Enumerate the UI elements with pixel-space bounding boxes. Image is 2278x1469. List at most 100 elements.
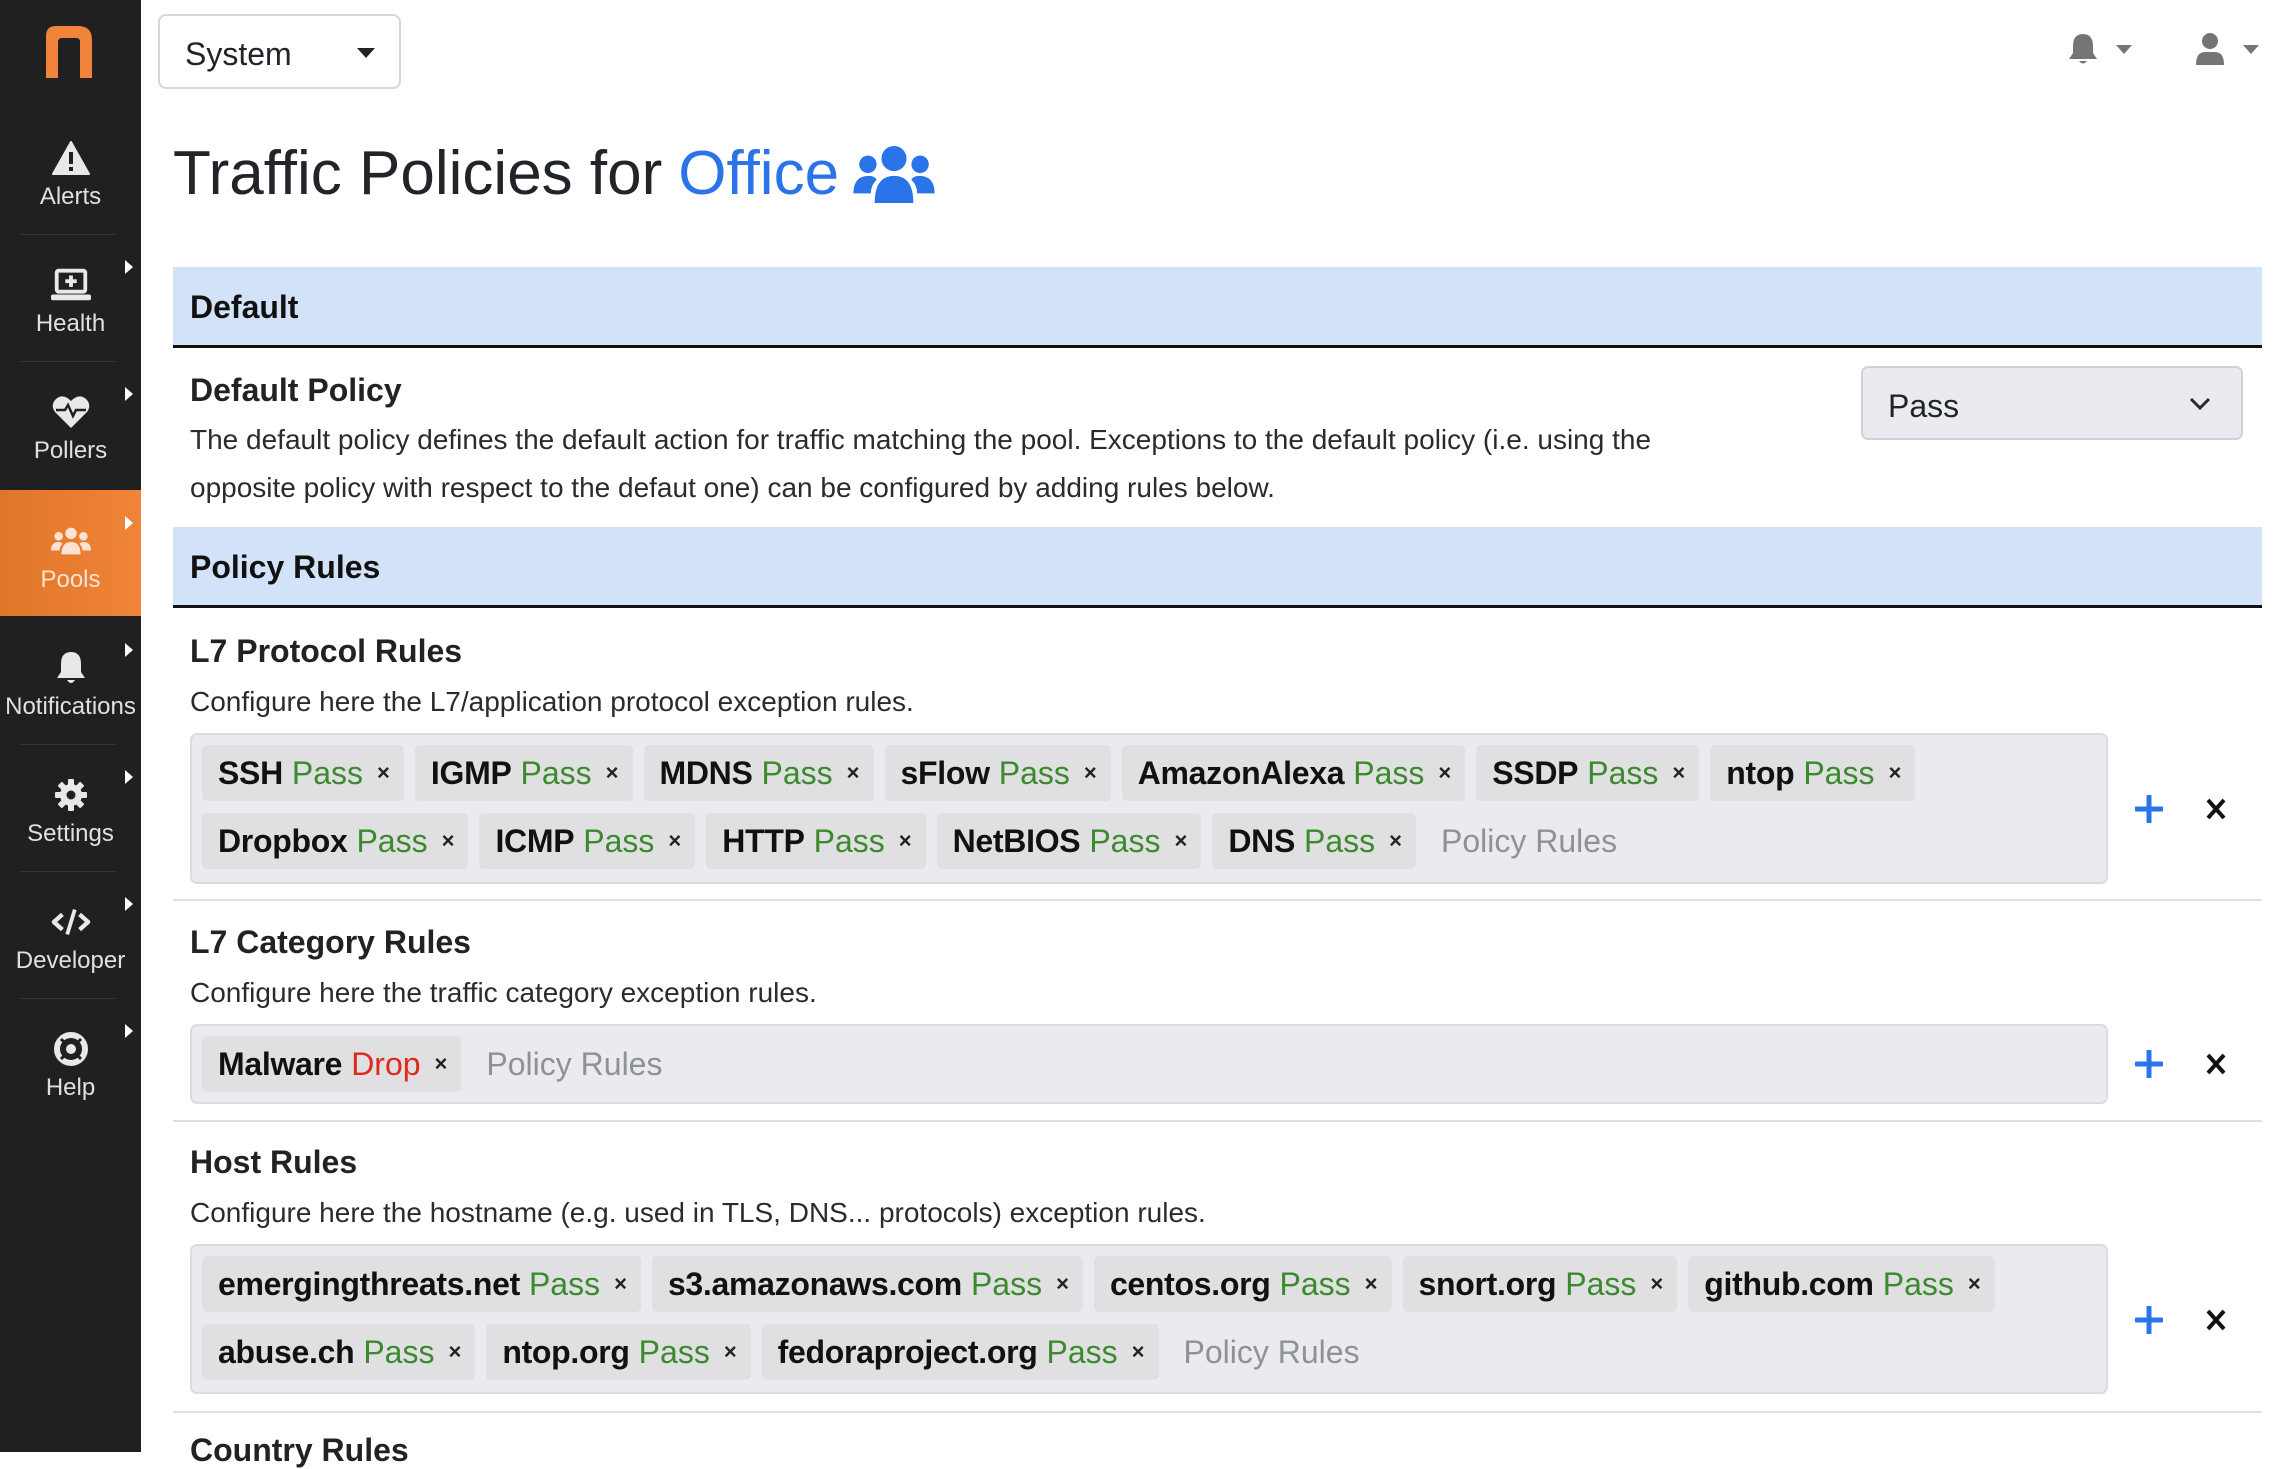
rule-tag-name: Malware bbox=[218, 1045, 343, 1082]
user-dropdown[interactable] bbox=[2195, 32, 2259, 66]
default-policy-select[interactable]: Pass bbox=[1861, 366, 2243, 440]
remove-tag-icon[interactable]: × bbox=[448, 1339, 461, 1365]
remove-tag-icon[interactable]: × bbox=[1389, 828, 1402, 854]
rule-tag[interactable]: NetBIOS Pass × bbox=[936, 813, 1202, 869]
section-header-title: Policy Rules bbox=[190, 549, 381, 585]
ntopng-logo[interactable] bbox=[38, 22, 98, 82]
remove-tag-icon[interactable]: × bbox=[1888, 760, 1901, 786]
add-l7-category-rule-button[interactable] bbox=[2129, 1044, 2169, 1084]
clear-host-rules-button[interactable] bbox=[2196, 1300, 2236, 1340]
clear-l7-protocol-rules-button[interactable] bbox=[2196, 789, 2236, 829]
rule-tag[interactable]: s3.amazonaws.com Pass × bbox=[651, 1256, 1083, 1312]
remove-tag-icon[interactable]: × bbox=[668, 828, 681, 854]
policy-rules-input[interactable] bbox=[1183, 1324, 1444, 1380]
remove-tag-icon[interactable]: × bbox=[899, 828, 912, 854]
rule-tag[interactable]: DNS Pass × bbox=[1212, 813, 1416, 869]
rule-tag-name: snort.org bbox=[1418, 1265, 1557, 1302]
chevron-down-icon bbox=[2189, 397, 2211, 411]
rule-tag[interactable]: sFlow Pass × bbox=[884, 745, 1111, 801]
remove-tag-icon[interactable]: × bbox=[1438, 760, 1451, 786]
remove-tag-icon[interactable]: × bbox=[435, 1051, 448, 1077]
section-header-policy-rules: Policy Rules bbox=[173, 527, 2262, 608]
rule-tag-name: github.com bbox=[1704, 1265, 1874, 1302]
remove-tag-icon[interactable]: × bbox=[1132, 1339, 1145, 1365]
rule-tag-name: emergingthreats.net bbox=[218, 1265, 520, 1302]
notifications-dropdown[interactable] bbox=[2068, 32, 2132, 66]
rule-tag-action: Pass bbox=[638, 1333, 710, 1370]
rule-tag[interactable]: abuse.ch Pass × bbox=[202, 1324, 476, 1380]
bell-icon bbox=[51, 649, 91, 687]
section-header-title: Default bbox=[190, 289, 299, 325]
rule-tag[interactable]: fedoraproject.org Pass × bbox=[761, 1324, 1159, 1380]
close-icon bbox=[2206, 798, 2226, 820]
sidebar-item-label: Notifications bbox=[5, 693, 136, 720]
sidebar-item-alerts[interactable]: Alerts bbox=[0, 107, 141, 233]
l7-protocol-rules-tag-input[interactable]: SSH Pass × IGMP Pass × MDNS Pass × sFlow Pass × Amaz… bbox=[190, 733, 2108, 884]
policy-rules-input[interactable] bbox=[1441, 813, 1701, 869]
rule-tag-action: Pass bbox=[1353, 754, 1425, 791]
rule-tag[interactable]: AmazonAlexa Pass × bbox=[1121, 745, 1466, 801]
remove-tag-icon[interactable]: × bbox=[614, 1271, 627, 1297]
rule-tag-name: centos.org bbox=[1109, 1265, 1271, 1302]
rule-tag[interactable]: SSDP Pass × bbox=[1476, 745, 1700, 801]
rule-tag-action: Pass bbox=[813, 822, 885, 859]
host-rules-tag-input[interactable]: emergingthreats.net Pass × s3.amazonaws.com… bbox=[190, 1244, 2108, 1394]
remove-tag-icon[interactable]: × bbox=[1650, 1271, 1663, 1297]
policy-rules-input[interactable] bbox=[486, 1036, 747, 1092]
remove-tag-icon[interactable]: × bbox=[1365, 1271, 1378, 1297]
remove-tag-icon[interactable]: × bbox=[1672, 760, 1685, 786]
users-icon bbox=[50, 522, 91, 560]
code-icon bbox=[51, 903, 91, 941]
clear-l7-category-rules-button[interactable] bbox=[2196, 1044, 2236, 1084]
remove-tag-icon[interactable]: × bbox=[606, 760, 619, 786]
rule-tag[interactable]: github.com Pass × bbox=[1688, 1256, 1995, 1312]
sidebar-item-label: Health bbox=[35, 310, 106, 337]
sidebar-item-developer[interactable]: Developer bbox=[0, 871, 141, 997]
sidebar-item-help[interactable]: Help bbox=[0, 998, 141, 1124]
add-l7-protocol-rule-button[interactable] bbox=[2129, 789, 2169, 829]
rule-tag[interactable]: SSH Pass × bbox=[202, 745, 404, 801]
rule-tag[interactable]: ntop.org Pass × bbox=[486, 1324, 751, 1380]
rule-tag[interactable]: emergingthreats.net Pass × bbox=[202, 1256, 641, 1312]
remove-tag-icon[interactable]: × bbox=[847, 760, 860, 786]
sidebar-item-label: Help bbox=[45, 1074, 96, 1101]
sidebar-item-pollers[interactable]: Pollers bbox=[0, 361, 141, 487]
rule-tag-name: ntop.org bbox=[502, 1333, 630, 1370]
l7-category-rules-tag-input[interactable]: Malware Drop × bbox=[190, 1024, 2108, 1104]
remove-tag-icon[interactable]: × bbox=[442, 828, 455, 854]
sidebar-item-notifications[interactable]: Notifications bbox=[0, 617, 141, 743]
sidebar-item-label: Developer bbox=[15, 947, 126, 974]
submenu-caret-icon bbox=[125, 1024, 133, 1038]
user-icon bbox=[2196, 33, 2224, 65]
divider bbox=[173, 899, 2262, 901]
remove-tag-icon[interactable]: × bbox=[1056, 1271, 1069, 1297]
sidebar-item-pools[interactable]: Pools bbox=[0, 490, 141, 616]
rule-tag[interactable]: ICMP Pass × bbox=[479, 813, 696, 869]
remove-tag-icon[interactable]: × bbox=[1174, 828, 1187, 854]
sidebar-item-label: Pollers bbox=[33, 437, 108, 464]
rule-tag-action: Pass bbox=[1587, 754, 1659, 791]
add-host-rule-button[interactable] bbox=[2129, 1300, 2169, 1340]
rule-tag[interactable]: ntop Pass × bbox=[1710, 745, 1916, 801]
remove-tag-icon[interactable]: × bbox=[1084, 760, 1097, 786]
heartbeat-icon bbox=[51, 393, 91, 431]
sidebar-item-health[interactable]: Health bbox=[0, 234, 141, 360]
users-icon bbox=[853, 145, 935, 203]
remove-tag-icon[interactable]: × bbox=[724, 1339, 737, 1365]
rule-tag[interactable]: snort.org Pass × bbox=[1402, 1256, 1678, 1312]
rule-tag[interactable]: centos.org Pass × bbox=[1093, 1256, 1392, 1312]
rule-tag-name: Dropbox bbox=[218, 822, 348, 859]
rule-tag[interactable]: HTTP Pass × bbox=[706, 813, 926, 869]
rule-tag-action: Pass bbox=[356, 822, 428, 859]
remove-tag-icon[interactable]: × bbox=[1968, 1271, 1981, 1297]
sidebar-item-settings[interactable]: Settings bbox=[0, 744, 141, 870]
rule-tag[interactable]: Dropbox Pass × bbox=[202, 813, 469, 869]
rule-tag-name: ntop bbox=[1726, 754, 1795, 791]
laptop-medical-icon bbox=[50, 266, 91, 304]
rule-tag[interactable]: MDNS Pass × bbox=[643, 745, 874, 801]
remove-tag-icon[interactable]: × bbox=[377, 760, 390, 786]
rule-tag[interactable]: Malware Drop × bbox=[202, 1036, 462, 1092]
rule-tag[interactable]: IGMP Pass × bbox=[414, 745, 633, 801]
rule-tag-action: Pass bbox=[970, 1265, 1043, 1302]
interface-select[interactable]: System bbox=[158, 14, 401, 89]
